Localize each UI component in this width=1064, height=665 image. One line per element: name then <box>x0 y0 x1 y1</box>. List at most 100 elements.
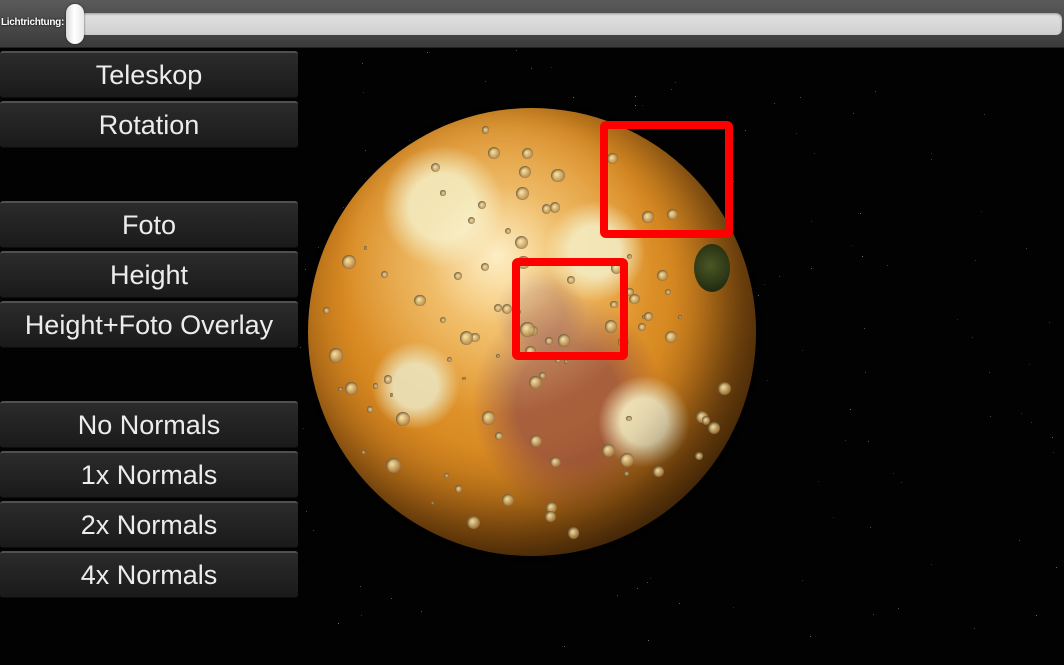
star <box>649 578 651 580</box>
crater <box>495 353 501 358</box>
star <box>1052 437 1054 439</box>
teleskop-button[interactable]: Teleskop <box>0 51 298 98</box>
star <box>860 212 862 214</box>
star <box>409 139 411 141</box>
crater <box>717 382 731 396</box>
normals-1x-button-label: 1x Normals <box>80 459 218 490</box>
star <box>1056 567 1058 569</box>
star <box>981 211 983 213</box>
star <box>1049 321 1051 323</box>
star <box>818 481 819 483</box>
star <box>1052 451 1054 453</box>
star <box>305 269 307 271</box>
star <box>338 622 340 624</box>
star <box>988 372 990 374</box>
rotation-button-label: Rotation <box>98 109 200 140</box>
star <box>551 66 553 68</box>
crater <box>477 201 486 210</box>
star <box>679 602 681 604</box>
star <box>343 206 345 208</box>
star <box>617 595 618 597</box>
star <box>875 90 877 92</box>
star <box>1030 421 1032 423</box>
crater <box>542 204 552 214</box>
star <box>931 564 933 566</box>
star <box>975 260 977 262</box>
star <box>796 132 798 134</box>
crater <box>708 421 721 434</box>
crater <box>481 126 489 134</box>
star <box>637 588 639 590</box>
star <box>563 646 565 648</box>
normals-2x-button[interactable]: 2x Normals <box>0 501 298 548</box>
normals-1x-button[interactable]: 1x Normals <box>0 451 298 498</box>
star <box>930 158 932 160</box>
no-normals-button-label: No Normals <box>77 409 221 440</box>
star <box>1029 363 1031 365</box>
star <box>359 586 361 588</box>
rotation-button[interactable]: Rotation <box>0 101 298 148</box>
crater <box>389 393 394 397</box>
crater <box>383 375 393 384</box>
star <box>758 295 760 297</box>
crater <box>372 383 379 389</box>
normals-2x-button-label: 2x Normals <box>80 509 218 540</box>
star <box>774 102 776 104</box>
crater <box>550 456 561 468</box>
star <box>362 62 364 64</box>
star <box>931 152 933 154</box>
height-foto-overlay-button[interactable]: Height+Foto Overlay <box>0 301 298 348</box>
light-direction-slider-track[interactable] <box>66 13 1062 35</box>
star <box>515 50 517 52</box>
moon-dark-spot <box>694 244 730 292</box>
crater <box>495 432 503 441</box>
crater <box>494 303 502 312</box>
star <box>868 440 869 442</box>
star <box>671 89 673 91</box>
crater <box>345 382 358 395</box>
crater <box>529 435 542 448</box>
no-normals-button[interactable]: No Normals <box>0 401 298 448</box>
star <box>853 112 855 114</box>
crater <box>653 465 664 477</box>
star <box>861 256 863 258</box>
crater <box>638 322 647 331</box>
star <box>306 511 308 513</box>
star <box>300 347 302 349</box>
star <box>646 582 648 584</box>
foto-button[interactable]: Foto <box>0 201 298 248</box>
crater <box>549 202 561 213</box>
foto-button-label: Foto <box>121 209 177 240</box>
star <box>892 472 894 474</box>
star <box>801 580 803 582</box>
crater <box>414 294 426 307</box>
star <box>391 598 393 600</box>
star <box>864 371 866 373</box>
star <box>974 628 976 630</box>
star <box>634 96 636 98</box>
normals-4x-button-label: 4x Normals <box>80 559 218 590</box>
star <box>648 639 650 641</box>
star <box>810 267 812 269</box>
crater <box>386 458 401 473</box>
crater <box>544 510 556 522</box>
star <box>872 613 874 615</box>
star <box>1018 539 1020 541</box>
star <box>763 284 765 286</box>
star <box>766 379 768 381</box>
star <box>799 96 801 98</box>
crater <box>626 253 633 259</box>
star <box>810 221 812 223</box>
star <box>1025 248 1027 250</box>
crater <box>380 271 388 279</box>
light-direction-slider-thumb[interactable] <box>66 4 84 44</box>
normals-4x-button[interactable]: 4x Normals <box>0 551 298 598</box>
light-direction-label: Lichtrichtung: <box>1 17 65 28</box>
star <box>850 408 852 410</box>
star <box>844 439 846 441</box>
star <box>302 427 304 429</box>
height-button[interactable]: Height <box>0 251 298 298</box>
star <box>675 81 677 83</box>
star <box>887 264 889 266</box>
star <box>635 104 637 106</box>
